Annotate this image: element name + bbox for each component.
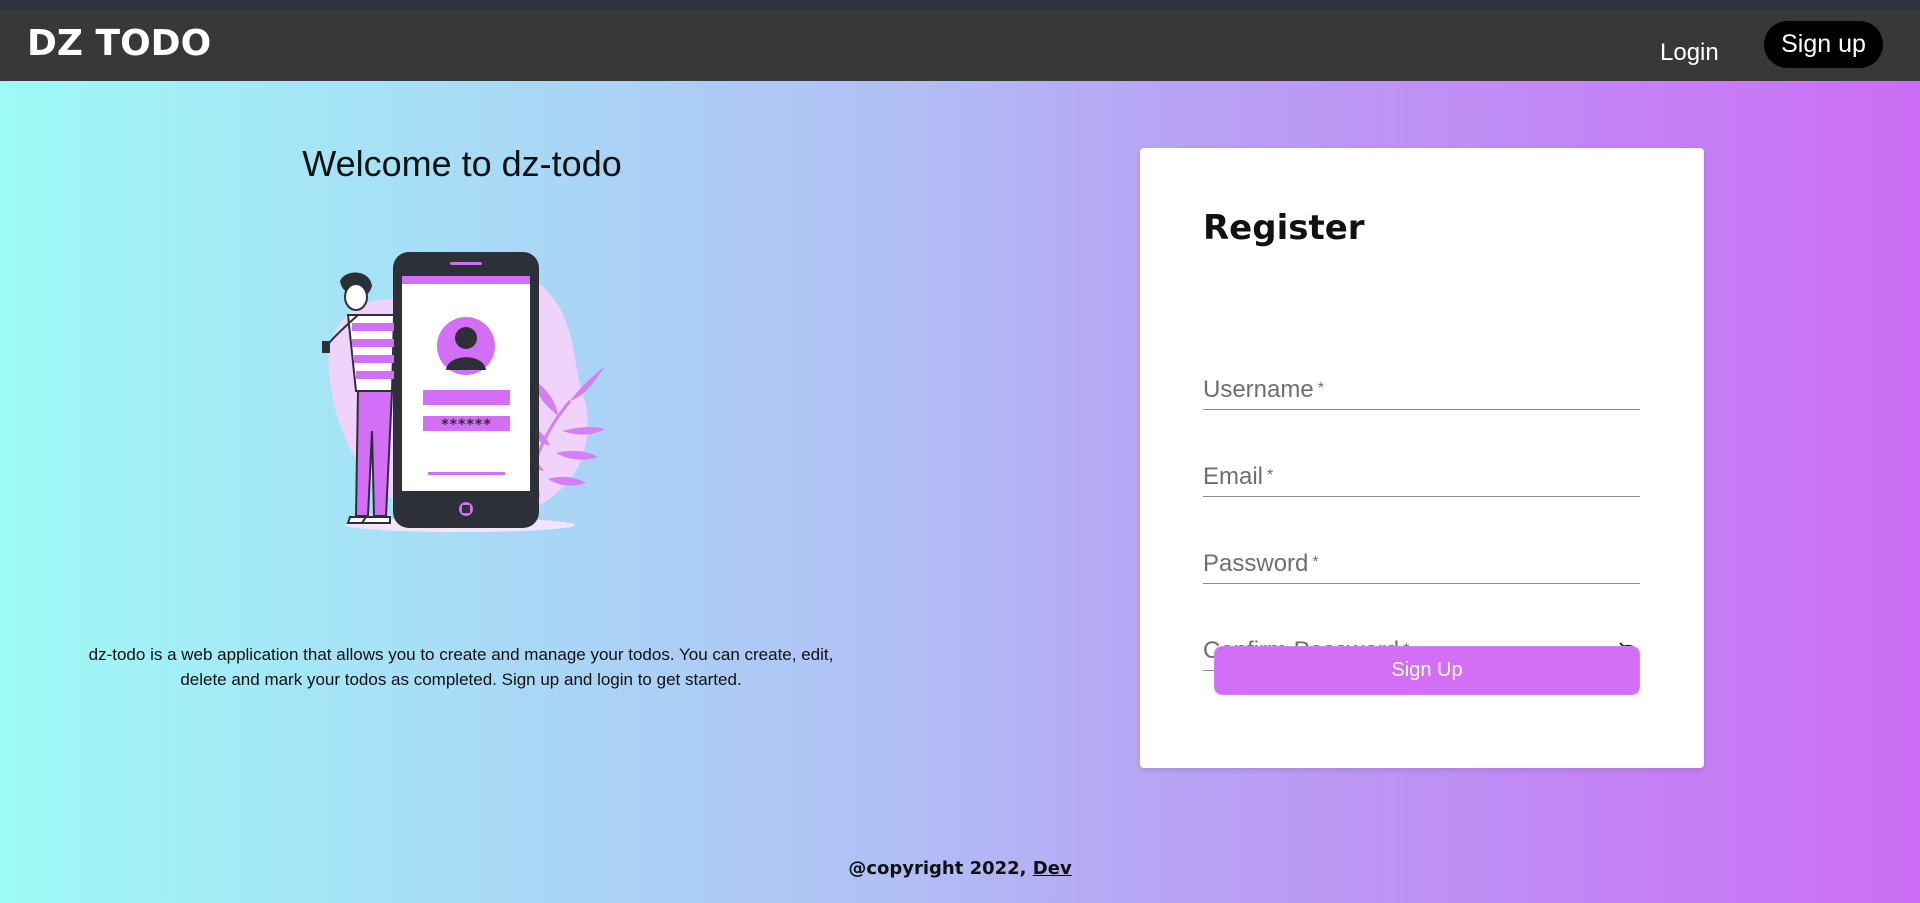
copyright-text: @copyright 2022, [848,858,1033,879]
username-label: Username * [1203,376,1324,403]
brand-logo[interactable]: DZ TODO [27,23,211,64]
username-field[interactable]: Username * [1203,370,1640,410]
footer: @copyright 2022, Dev [0,858,1920,879]
welcome-heading: Welcome to dz-todo [302,143,622,184]
register-card: Register Username* Email* Password* Conf… [1140,148,1704,768]
phone-password-mask: ****** [441,417,492,433]
email-field[interactable]: Email * [1203,457,1640,497]
app-description: dz-todo is a web application that allows… [88,645,834,689]
navbar: DZ TODO Login Sign up [0,10,1920,81]
phone-icon: ****** [393,252,539,528]
login-link[interactable]: Login [1646,28,1733,78]
signup-button[interactable]: Sign up [1764,21,1883,68]
dev-link[interactable]: Dev [1033,858,1072,879]
password-field[interactable]: Password * [1203,544,1640,584]
main-section: Welcome to dz-todo ****** dz-todo is a w… [0,81,1920,903]
sign-up-submit-button[interactable]: Sign Up [1214,646,1640,695]
signup-illustration: ****** [322,252,605,532]
register-title: Register [1203,208,1365,248]
top-strip [0,0,1920,10]
email-label: Email * [1203,463,1274,490]
password-label: Password * [1203,550,1319,577]
